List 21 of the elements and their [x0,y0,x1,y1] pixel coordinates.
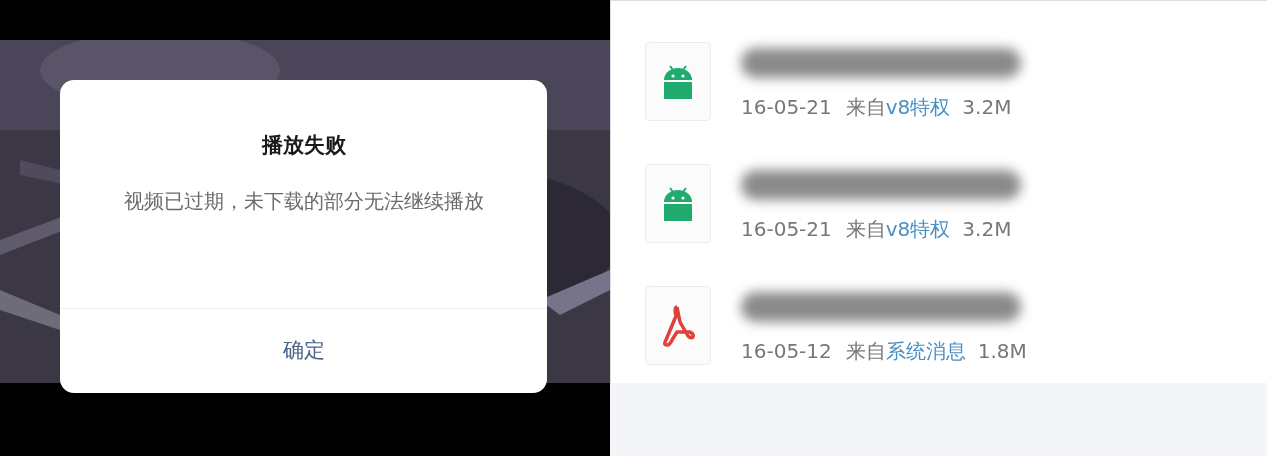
file-icon-tile[interactable] [645,42,711,121]
android-icon [663,64,693,99]
file-size: 3.2M [962,216,1012,243]
dialog-message: 视频已过期，未下载的部分无法继续播放 [122,187,485,215]
from-label: 来自 [845,216,886,243]
from-label: 来自 [845,338,886,365]
file-icon-tile[interactable] [645,286,711,365]
file-date: 16-05-21 [741,94,832,121]
file-size: 1.8M [977,338,1027,365]
android-icon [663,186,693,221]
source-link[interactable]: v8特权 [885,92,951,122]
file-date: 16-05-21 [741,216,832,243]
file-size: 3.2M [962,94,1012,121]
source-link[interactable]: 系统消息 [885,336,966,366]
file-date: 16-05-12 [741,338,832,365]
pdf-icon [660,303,696,348]
file-icon-tile[interactable] [645,164,711,243]
from-label: 来自 [845,94,886,121]
confirm-button[interactable]: 确定 [60,309,547,393]
source-link[interactable]: v8特权 [885,214,951,244]
dialog-title: 播放失败 [261,132,346,159]
